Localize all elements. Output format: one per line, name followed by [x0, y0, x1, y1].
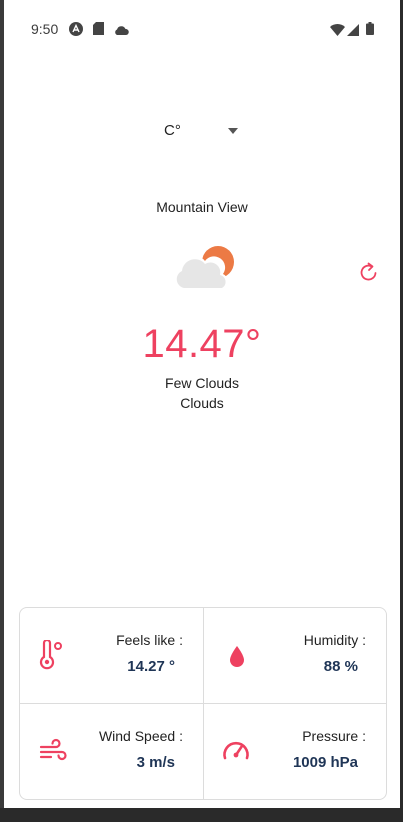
- current-temperature: 14.47°: [142, 322, 262, 366]
- pressure-label: Pressure :: [302, 728, 366, 744]
- wind-speed-cell: Wind Speed : 3 m/s: [20, 704, 203, 799]
- weather-details-card: Feels like : 14.27 ° Humidity : 88 % Win…: [19, 607, 387, 800]
- wifi-icon: [330, 23, 345, 41]
- gauge-icon: [221, 736, 251, 766]
- unit-select-value: C°: [164, 122, 181, 139]
- sd-card-icon: [93, 22, 104, 40]
- wind-speed-label: Wind Speed :: [98, 728, 183, 744]
- wind-speed-value: 3 m/s: [136, 754, 175, 771]
- refresh-icon[interactable]: [358, 261, 380, 283]
- background-app-edge-bottom: [0, 808, 403, 822]
- status-time: 9:50: [31, 21, 59, 37]
- weather-main: Clouds: [180, 395, 224, 411]
- cell-signal-icon: [347, 23, 359, 41]
- cloud-status-icon: [114, 23, 129, 41]
- thermometer-icon: [38, 638, 68, 670]
- humidity-cell: Humidity : 88 %: [203, 608, 386, 703]
- weather-screen: 9:50 C° Mountain View 14.47° Few Clouds …: [4, 0, 400, 808]
- partly-cloudy-icon: [168, 244, 238, 294]
- chevron-down-icon: [228, 128, 238, 134]
- status-bar: 9:50: [4, 0, 400, 58]
- battery-icon: [366, 22, 374, 40]
- city-name: Mountain View: [156, 199, 248, 215]
- pressure-value: 1009 hPa: [292, 754, 358, 771]
- humidity-value: 88 %: [323, 658, 358, 675]
- wind-icon: [38, 736, 68, 766]
- pressure-cell: Pressure : 1009 hPa: [203, 704, 386, 799]
- feels-like-cell: Feels like : 14.27 °: [20, 608, 203, 703]
- weather-description: Few Clouds: [165, 375, 239, 391]
- unit-select[interactable]: C°: [164, 120, 244, 142]
- humidity-label: Humidity :: [303, 632, 366, 648]
- app-notification-icon: [69, 22, 83, 41]
- feels-like-value: 14.27 °: [127, 658, 175, 675]
- feels-like-label: Feels like :: [116, 632, 183, 648]
- water-drop-icon: [221, 640, 251, 670]
